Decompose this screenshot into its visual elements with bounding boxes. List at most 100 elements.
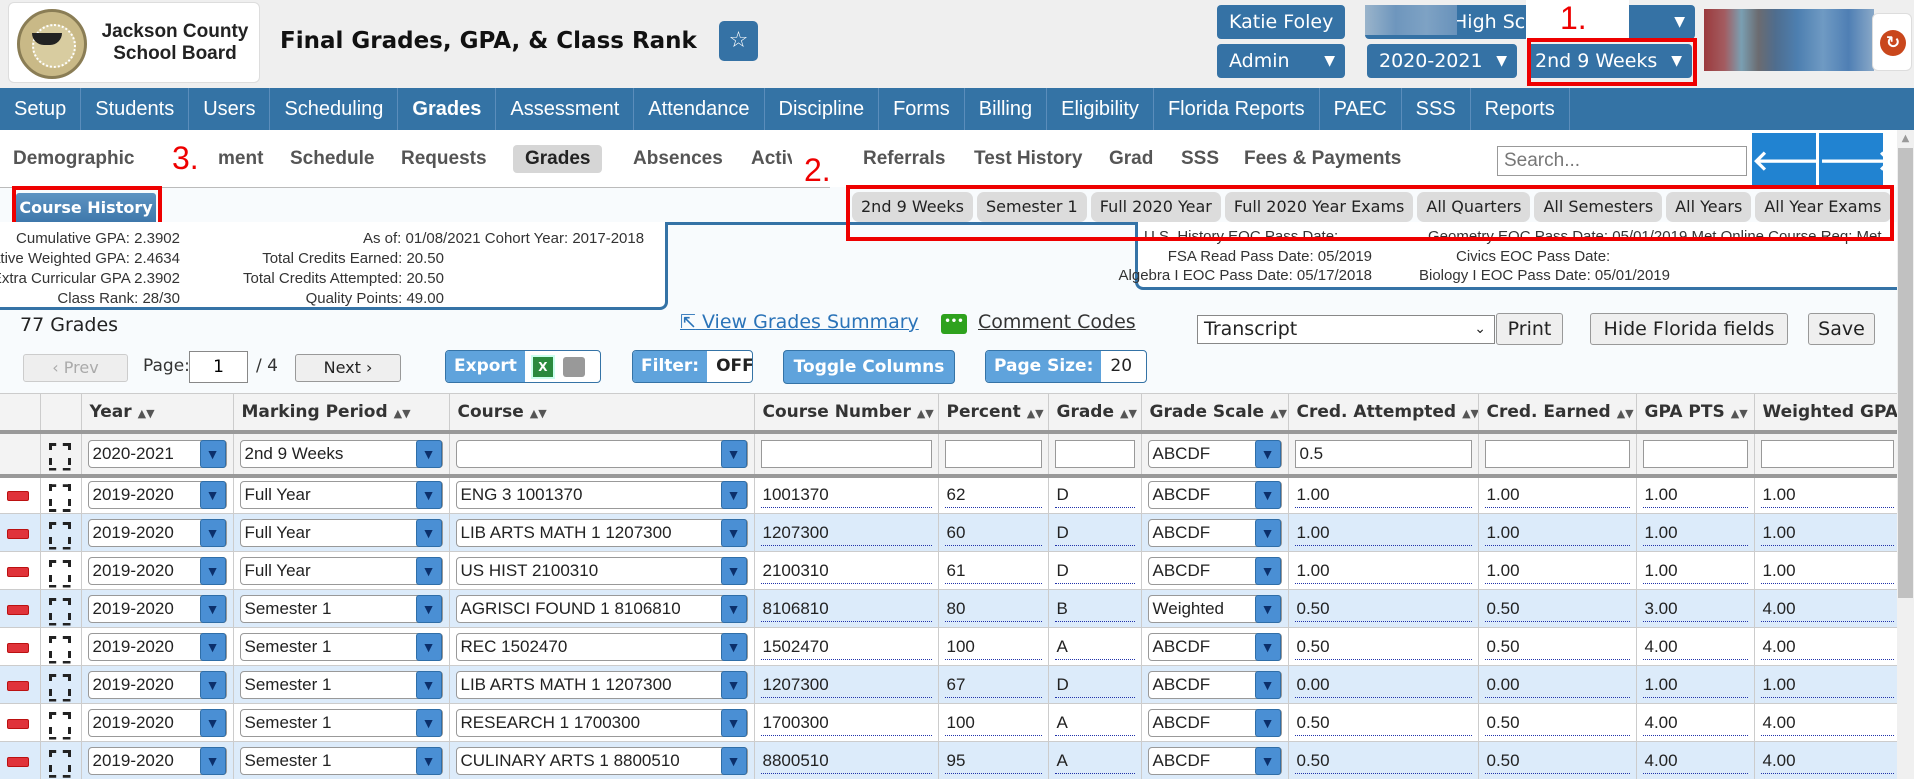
gpa-pts-value[interactable]: 4.00 xyxy=(1642,634,1748,660)
gpa-pts-value[interactable]: 1.00 xyxy=(1642,482,1748,509)
weighted-gpa-value[interactable]: 4.00 xyxy=(1760,634,1894,660)
cred-attempted-value[interactable]: 1.00 xyxy=(1294,482,1472,509)
nav-billing[interactable]: Billing xyxy=(965,88,1048,130)
course-number-value[interactable]: 1207300 xyxy=(760,672,932,698)
course-number-value[interactable]: 1700300 xyxy=(760,710,932,736)
expand-icon[interactable] xyxy=(48,749,71,772)
course-select[interactable]: LIB ARTS MATH 1 1207300 ▼ xyxy=(455,670,748,699)
percent-value[interactable]: 62 xyxy=(944,482,1042,509)
cred-earned-value[interactable]: 1.00 xyxy=(1484,558,1630,584)
gpa-pts-value[interactable]: 4.00 xyxy=(1642,710,1748,736)
cred-attempted-value[interactable]: 0.50 xyxy=(1294,748,1472,774)
weighted-gpa-value[interactable]: 1.00 xyxy=(1760,520,1894,546)
marking-period-select[interactable]: Full Year ▼ xyxy=(239,556,443,585)
scrollbar-thumb[interactable] xyxy=(1898,148,1913,598)
delete-row-icon[interactable] xyxy=(7,756,29,767)
year-select[interactable]: 2019-2020 ▼ xyxy=(87,746,227,775)
excel-export-icon[interactable]: X xyxy=(530,355,555,379)
weighted-gpa-value[interactable]: 4.00 xyxy=(1760,596,1894,622)
nav-reports[interactable]: Reports xyxy=(1471,88,1570,130)
expand-icon[interactable] xyxy=(48,484,71,507)
prev-page-button[interactable]: ‹ Prev xyxy=(23,354,128,382)
expand-icon[interactable] xyxy=(48,521,71,544)
page-scrollbar[interactable]: ▲ xyxy=(1897,130,1914,779)
year-select[interactable]: 2019-2020 ▼ xyxy=(87,670,227,699)
expand-icon[interactable] xyxy=(48,635,71,658)
delete-row-icon[interactable] xyxy=(7,680,29,691)
course-select[interactable]: CULINARY ARTS 1 8800510 ▼ xyxy=(455,746,748,775)
next-page-button[interactable]: Next › xyxy=(295,354,401,382)
cred-earned-value[interactable]: 0.50 xyxy=(1484,748,1630,774)
year-select[interactable]: 2019-2020 ▼ xyxy=(87,556,227,585)
filter-cred-earned-input[interactable] xyxy=(1484,439,1630,468)
weighted-gpa-value[interactable]: 1.00 xyxy=(1760,558,1894,584)
year-select[interactable]: 2019-2020 ▼ xyxy=(87,594,227,623)
role-select[interactable]: Admin ▼ xyxy=(1217,44,1345,78)
marking-period-select[interactable]: Semester 1 ▼ xyxy=(239,632,443,661)
save-button[interactable]: Save xyxy=(1808,313,1875,345)
percent-value[interactable]: 95 xyxy=(944,748,1042,774)
expand-icon[interactable] xyxy=(48,442,71,465)
marking-period-select[interactable]: Semester 1 ▼ xyxy=(239,670,443,699)
cred-attempted-value[interactable]: 0.50 xyxy=(1294,596,1472,622)
subnav-absences[interactable]: Absences xyxy=(633,148,723,170)
search-input[interactable] xyxy=(1497,146,1747,176)
filter-weighted-gpa-input[interactable] xyxy=(1760,439,1894,468)
subnav-grades[interactable]: Grades xyxy=(513,145,603,173)
delete-row-icon[interactable] xyxy=(7,718,29,729)
print-button[interactable]: Print xyxy=(1496,313,1563,345)
page-size-control[interactable]: Page Size: 20 xyxy=(985,350,1147,383)
weighted-gpa-value[interactable]: 4.00 xyxy=(1760,710,1894,736)
school-logo[interactable]: Jackson County School Board xyxy=(8,2,260,83)
col-header-percent[interactable]: Percent ▲▼ xyxy=(938,393,1049,432)
subnav-requests[interactable]: Requests xyxy=(401,148,487,170)
previous-student-button[interactable]: 🡐 xyxy=(1752,133,1827,189)
col-header-course[interactable]: Course ▲▼ xyxy=(449,393,755,432)
delete-row-icon[interactable] xyxy=(7,604,29,615)
year-select[interactable]: 2019-2020 ▼ xyxy=(87,708,227,737)
filter-year-select[interactable]: 2020-2021 ▼ xyxy=(87,439,227,468)
course-number-value[interactable]: 8800510 xyxy=(760,748,932,774)
grade-scale-select[interactable]: ABCDF ▼ xyxy=(1147,518,1282,547)
nav-forms[interactable]: Forms xyxy=(879,88,965,130)
filter-marking-period-select[interactable]: 2nd 9 Weeks ▼ xyxy=(239,439,443,468)
gpa-pts-value[interactable]: 1.00 xyxy=(1642,558,1748,584)
subnav-sss[interactable]: SSS xyxy=(1181,148,1219,170)
filter-grade-input[interactable] xyxy=(1054,439,1135,468)
course-select[interactable]: ENG 3 1001370 ▼ xyxy=(455,481,748,510)
nav-scheduling[interactable]: Scheduling xyxy=(270,88,399,130)
course-number-value[interactable]: 2100310 xyxy=(760,558,932,584)
filter-grade-scale-select[interactable]: ABCDF ▼ xyxy=(1147,439,1282,468)
col-header-marking-period[interactable]: Marking Period ▲▼ xyxy=(233,393,450,432)
cred-earned-value[interactable]: 1.00 xyxy=(1484,520,1630,546)
grade-scale-select[interactable]: ABCDF ▼ xyxy=(1147,708,1282,737)
user-avatar-redacted[interactable] xyxy=(1704,9,1874,71)
cred-attempted-value[interactable]: 1.00 xyxy=(1294,520,1472,546)
grade-scale-select[interactable]: ABCDF ▼ xyxy=(1147,556,1282,585)
col-header-year[interactable]: Year ▲▼ xyxy=(81,393,234,432)
col-header-course-number[interactable]: Course Number ▲▼ xyxy=(754,393,939,432)
nav-setup[interactable]: Setup xyxy=(0,88,82,130)
comment-codes-link[interactable]: ••• Comment Codes xyxy=(941,311,1136,334)
year-select[interactable]: 2019-2020 ▼ xyxy=(87,481,227,510)
grade-value[interactable]: D xyxy=(1054,482,1135,509)
filter-percent-input[interactable] xyxy=(944,439,1042,468)
weighted-gpa-value[interactable]: 1.00 xyxy=(1760,672,1894,698)
next-student-button[interactable]: 🡒 xyxy=(1819,133,1894,189)
gpa-pts-value[interactable]: 3.00 xyxy=(1642,596,1748,622)
nav-grades[interactable]: Grades xyxy=(398,88,497,130)
cred-attempted-value[interactable]: 1.00 xyxy=(1294,558,1472,584)
page-number-input[interactable] xyxy=(189,351,248,383)
cred-earned-value[interactable]: 1.00 xyxy=(1484,482,1630,509)
grade-scale-select[interactable]: Weighted ▼ xyxy=(1147,594,1282,623)
weighted-gpa-value[interactable]: 1.00 xyxy=(1760,482,1894,509)
subnav-enrollment[interactable]: ment xyxy=(218,148,263,170)
percent-value[interactable]: 67 xyxy=(944,672,1042,698)
grade-scale-select[interactable]: ABCDF ▼ xyxy=(1147,632,1282,661)
grade-scale-select[interactable]: ABCDF ▼ xyxy=(1147,670,1282,699)
expand-icon[interactable] xyxy=(48,559,71,582)
hide-florida-fields-button[interactable]: Hide Florida fields xyxy=(1590,313,1788,345)
delete-row-icon[interactable] xyxy=(7,528,29,539)
percent-value[interactable]: 100 xyxy=(944,634,1042,660)
grade-value[interactable]: B xyxy=(1054,596,1135,622)
